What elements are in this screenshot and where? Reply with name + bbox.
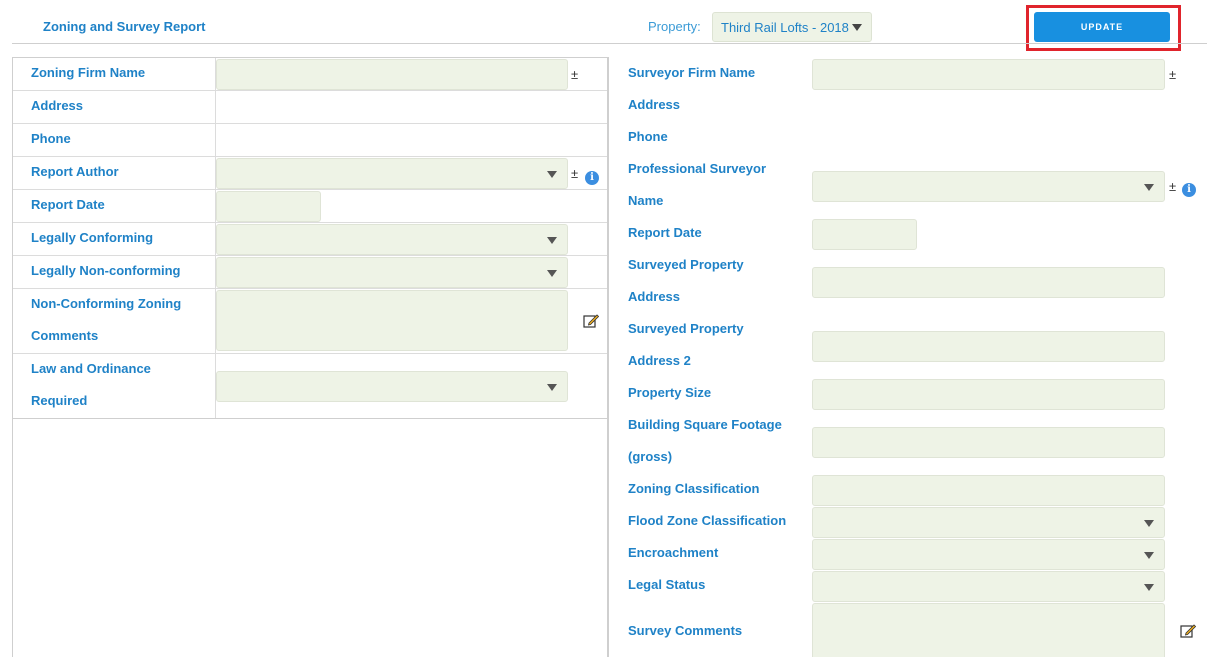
- survey-address-label: Address: [628, 97, 681, 112]
- zoning-firm-name-label: Zoning Firm Name: [31, 65, 146, 80]
- nonconforming-comments-label-line1: Non-Conforming Zoning: [31, 296, 182, 311]
- chevron-down-icon: [1144, 551, 1154, 559]
- edit-icon[interactable]: [1180, 623, 1196, 639]
- plus-minus-icon[interactable]: ±: [1169, 180, 1176, 194]
- survey-comments-textarea[interactable]: [812, 603, 1165, 657]
- survey-report-date-field[interactable]: [812, 219, 917, 250]
- legal-status-label: Legal Status: [628, 577, 706, 592]
- surveyed-address2-field[interactable]: [812, 331, 1165, 362]
- chevron-down-icon: [1144, 183, 1154, 191]
- edit-icon[interactable]: [583, 313, 599, 329]
- chevron-down-icon: [1144, 583, 1154, 591]
- info-icon[interactable]: i: [1182, 183, 1196, 197]
- nonconforming-comments-label-line2: Comments: [31, 328, 99, 343]
- chevron-down-icon: [547, 269, 557, 277]
- law-ordinance-select[interactable]: [216, 371, 568, 402]
- flood-zone-label: Flood Zone Classification: [628, 513, 787, 528]
- surveyed-address-label-line1: Surveyed Property: [628, 257, 744, 272]
- surveyed-address2-label-line1: Surveyed Property: [628, 321, 744, 336]
- chevron-down-icon: [547, 383, 557, 391]
- property-select[interactable]: Third Rail Lofts - 2018: [712, 12, 872, 42]
- building-sqft-label-line2: (gross): [628, 449, 673, 464]
- chevron-down-icon: [852, 24, 862, 31]
- row-divider: [13, 90, 607, 91]
- page-title: Zoning and Survey Report: [43, 19, 206, 34]
- survey-phone-label: Phone: [628, 129, 668, 144]
- plus-minus-icon[interactable]: ±: [1169, 68, 1176, 82]
- surveyed-address-field[interactable]: [812, 267, 1165, 298]
- zoning-phone-label: Phone: [31, 131, 71, 146]
- property-size-label: Property Size: [628, 385, 712, 400]
- legal-status-select[interactable]: [812, 571, 1165, 602]
- survey-report-date-label: Report Date: [628, 225, 702, 240]
- page-header: Zoning and Survey Report Property: Third…: [0, 0, 1207, 51]
- chevron-down-icon: [547, 236, 557, 244]
- property-select-value: Third Rail Lofts - 2018: [721, 20, 849, 35]
- professional-surveyor-label-line1: Professional Surveyor: [628, 161, 766, 176]
- zoning-address-label: Address: [31, 98, 84, 113]
- professional-surveyor-select[interactable]: [812, 171, 1165, 202]
- update-button[interactable]: UPDATE: [1034, 12, 1170, 42]
- zoning-report-date-label: Report Date: [31, 197, 105, 212]
- professional-surveyor-label-line2: Name: [628, 193, 664, 208]
- zoning-classification-label: Zoning Classification: [628, 481, 760, 496]
- info-icon[interactable]: i: [585, 171, 599, 185]
- row-divider: [13, 123, 607, 124]
- plus-minus-icon[interactable]: ±: [571, 167, 578, 181]
- zoning-classification-field[interactable]: [812, 475, 1165, 506]
- zoning-firm-name-field[interactable]: [216, 59, 568, 90]
- flood-zone-select[interactable]: [812, 507, 1165, 538]
- report-author-select[interactable]: [216, 158, 568, 189]
- building-sqft-field[interactable]: [812, 427, 1165, 458]
- header-divider: [12, 43, 1207, 44]
- surveyed-address2-label-line2: Address 2: [628, 353, 691, 368]
- building-sqft-label-line1: Building Square Footage: [628, 417, 782, 432]
- law-ordinance-label-line2: Required: [31, 393, 88, 408]
- surveyor-firm-name-label: Surveyor Firm Name: [628, 65, 756, 80]
- legally-nonconforming-select[interactable]: [216, 257, 568, 288]
- surveyed-address-label-line2: Address: [628, 289, 681, 304]
- surveyor-firm-name-field[interactable]: [812, 59, 1165, 90]
- legally-conforming-select[interactable]: [216, 224, 568, 255]
- law-ordinance-label-line1: Law and Ordinance: [31, 361, 151, 376]
- plus-minus-icon[interactable]: ±: [571, 68, 578, 82]
- chevron-down-icon: [1144, 519, 1154, 527]
- legally-nonconforming-label: Legally Non-conforming: [31, 263, 181, 278]
- report-author-label: Report Author: [31, 164, 119, 179]
- legally-conforming-label: Legally Conforming: [31, 230, 154, 245]
- property-size-field[interactable]: [812, 379, 1165, 410]
- encroachment-select[interactable]: [812, 539, 1165, 570]
- zoning-table-bottom: [12, 418, 608, 419]
- zoning-report-date-field[interactable]: [216, 191, 321, 222]
- survey-comments-label: Survey Comments: [628, 623, 743, 638]
- chevron-down-icon: [547, 170, 557, 178]
- nonconforming-comments-textarea[interactable]: [216, 290, 568, 351]
- encroachment-label: Encroachment: [628, 545, 719, 560]
- property-label: Property:: [648, 19, 701, 34]
